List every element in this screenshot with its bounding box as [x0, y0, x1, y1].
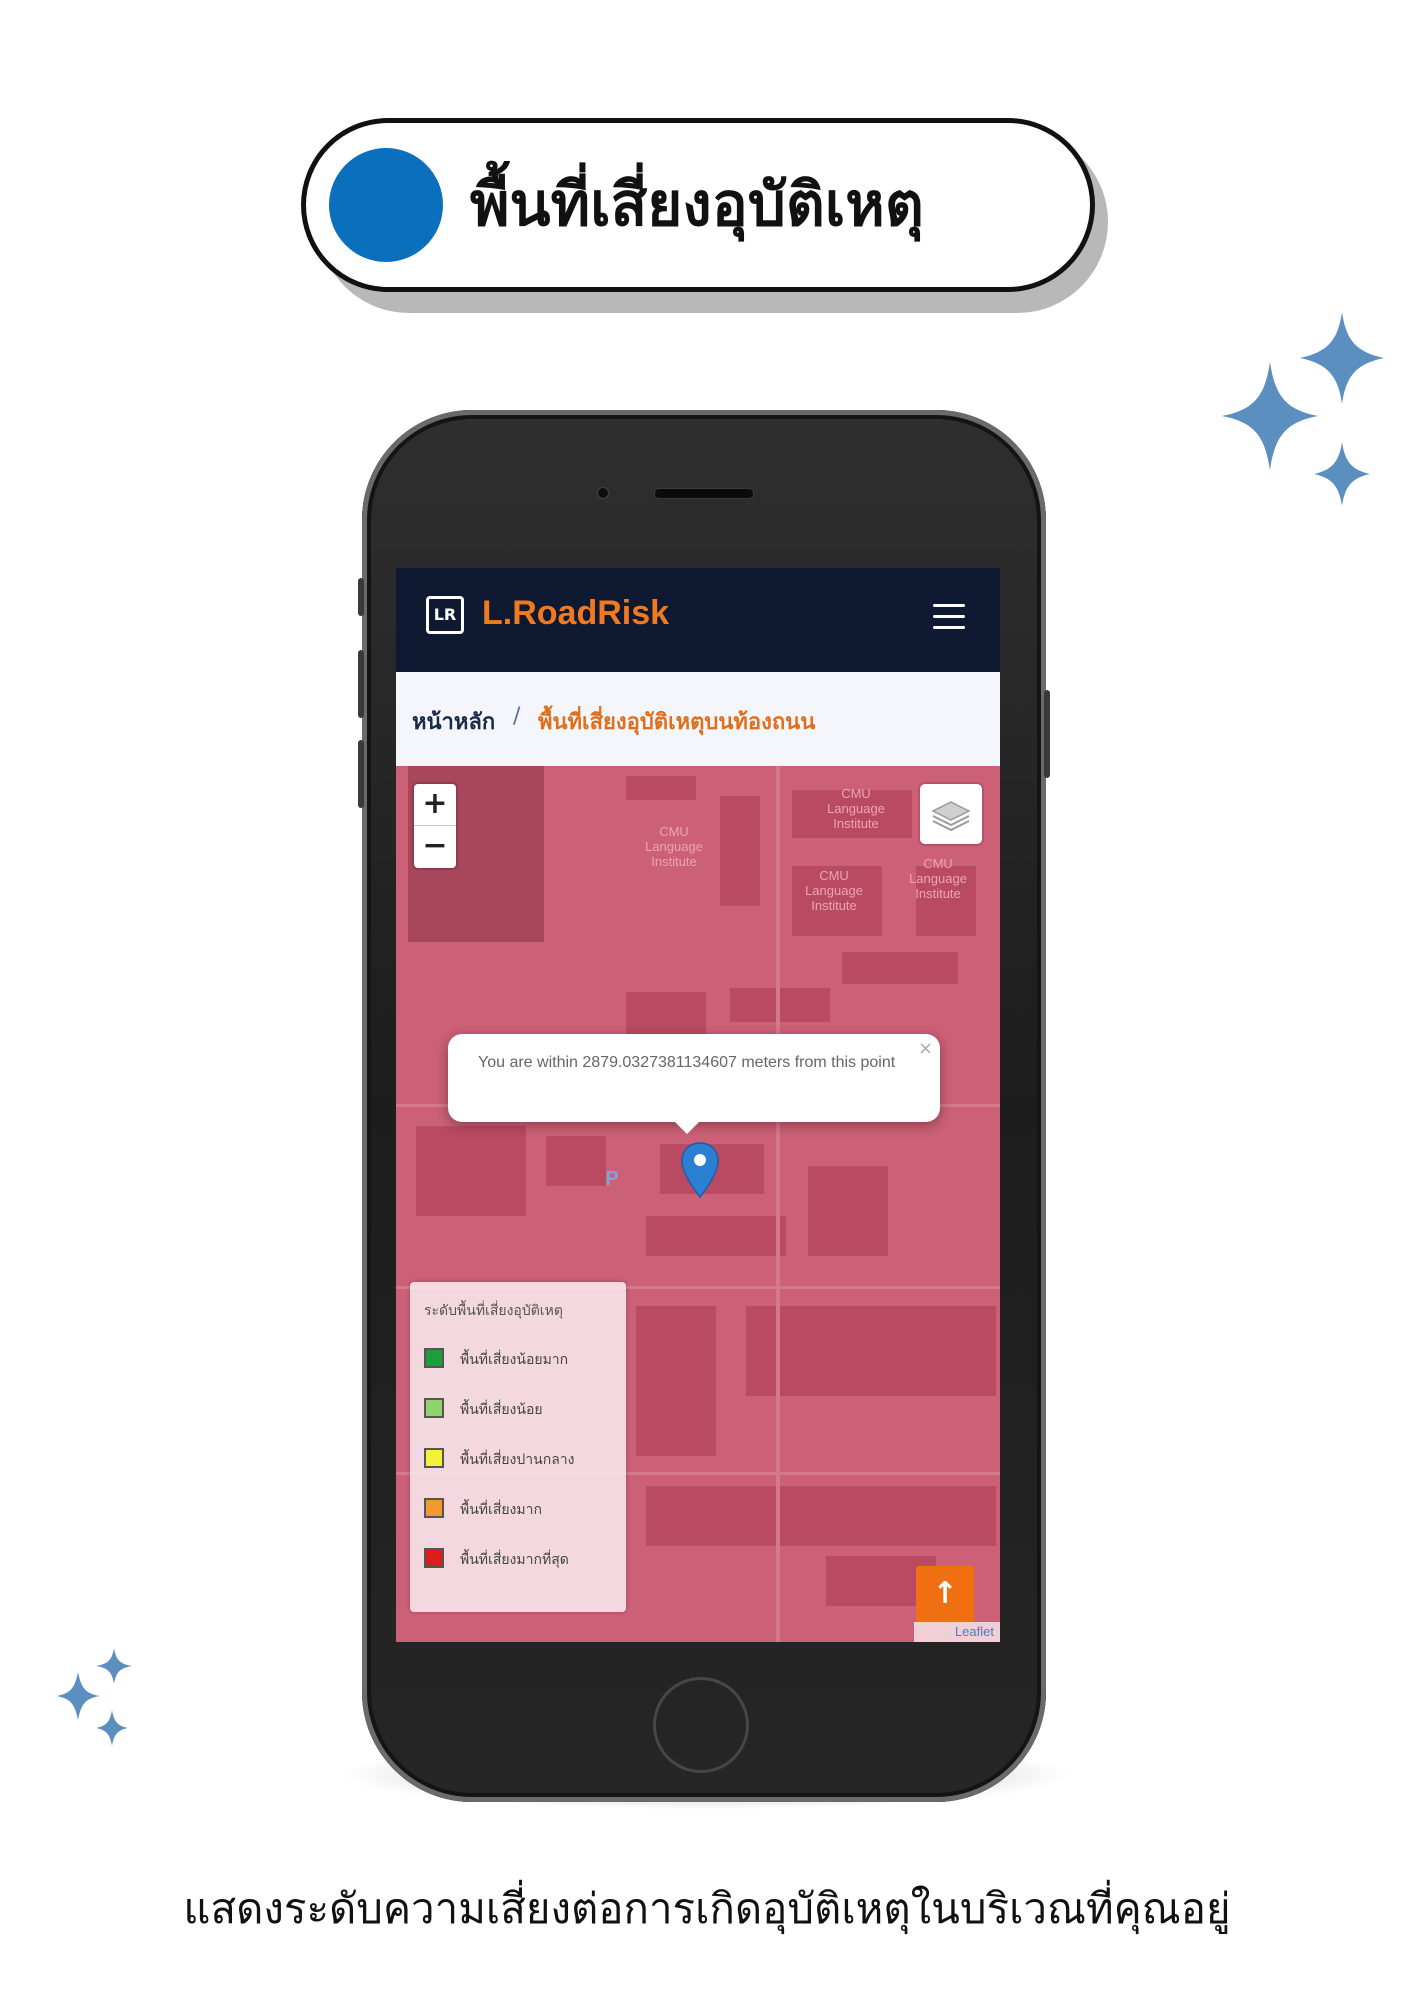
app-navbar: LR L.RoadRisk [396, 568, 1000, 672]
map-building [546, 1136, 606, 1186]
leaflet-attribution-link[interactable]: Leaflet [914, 1622, 1000, 1642]
legend-label: พื้นที่เสี่ยงน้อย [460, 1402, 543, 1418]
legend-swatch [424, 1348, 444, 1368]
app-logo[interactable]: LR [426, 596, 464, 634]
zoom-in-button[interactable]: + [414, 784, 456, 825]
map-building [842, 952, 958, 984]
layers-icon [931, 801, 971, 832]
map-building [626, 776, 696, 800]
zoom-control: + − [414, 784, 456, 868]
phone-mute-switch [358, 578, 364, 616]
sparkle-icon [1222, 312, 1384, 506]
map-label: CMU Language Institute [909, 856, 967, 901]
breadcrumb-current: พื้นที่เสี่ยงอุบัติเหตุบนท้องถนน [538, 710, 816, 735]
popup-text: You are within 2879.0327381134607 meters… [478, 1054, 896, 1071]
legend-title: ระดับพื้นที่เสี่ยงอุบัติเหตุ [424, 1303, 563, 1319]
phone-camera [597, 487, 609, 499]
legend-swatch [424, 1548, 444, 1568]
page-title: พื้นที่เสี่ยงอุบัติเหตุ [470, 170, 924, 240]
phone-home-button[interactable] [653, 1677, 749, 1773]
zoom-out-button[interactable]: − [414, 826, 456, 867]
legend-label: พื้นที่เสี่ยงมาก [460, 1502, 542, 1518]
popup-close-button[interactable]: × [918, 1038, 933, 1059]
location-popup: You are within 2879.0327381134607 meters… [448, 1034, 940, 1122]
breadcrumb: หน้าหลัก / พื้นที่เสี่ยงอุบัติเหตุบนท้อง… [396, 672, 1000, 766]
phone-volume-up [358, 650, 364, 718]
breadcrumb-separator: / [513, 704, 521, 729]
phone-screen: LR L.RoadRisk หน้าหลัก / พื้นที่เสี่ยงอุ… [396, 568, 1000, 1642]
back-to-top-button[interactable]: ↑ [916, 1566, 974, 1624]
legend-swatch [424, 1398, 444, 1418]
hamburger-menu-icon[interactable] [933, 604, 965, 630]
map-parking-label: P [605, 1168, 619, 1190]
layers-button[interactable] [920, 784, 982, 844]
map-label: CMU Language Institute [645, 824, 703, 869]
map-road [776, 766, 780, 1642]
legend-label: พื้นที่เสี่ยงน้อยมาก [460, 1352, 569, 1368]
phone-volume-down [358, 740, 364, 808]
map-building [636, 1306, 716, 1456]
map-building [808, 1166, 888, 1256]
legend-swatch [424, 1498, 444, 1518]
legend-swatch [424, 1448, 444, 1468]
caption: แสดงระดับความเสี่ยงต่อการเกิดอุบัติเหตุใ… [183, 1884, 1231, 1933]
map-building [646, 1216, 786, 1256]
risk-map[interactable]: CMU Language Institute CMU Language Inst… [396, 766, 1000, 1642]
phone-speaker [654, 488, 754, 499]
map-building [646, 1486, 996, 1546]
legend-label: พื้นที่เสี่ยงมากที่สุด [460, 1552, 569, 1568]
breadcrumb-home[interactable]: หน้าหลัก [412, 704, 495, 739]
map-label: CMU Language Institute [805, 868, 863, 913]
map-building [746, 1306, 996, 1396]
phone-power-button [1044, 690, 1050, 778]
popup-tip [673, 1120, 701, 1134]
app-brand[interactable]: L.RoadRisk [482, 594, 669, 633]
map-pin-icon[interactable] [680, 1141, 720, 1201]
sparkle-small-icon [56, 1648, 132, 1746]
map-building [720, 796, 760, 906]
legend-label: พื้นที่เสี่ยงปานกลาง [460, 1452, 575, 1468]
title-dot [329, 148, 443, 262]
map-label: CMU Language Institute [827, 786, 885, 831]
risk-legend: ระดับพื้นที่เสี่ยงอุบัติเหตุ พื้นที่เสี่… [410, 1282, 626, 1612]
map-building [730, 988, 830, 1022]
map-building [416, 1126, 526, 1216]
